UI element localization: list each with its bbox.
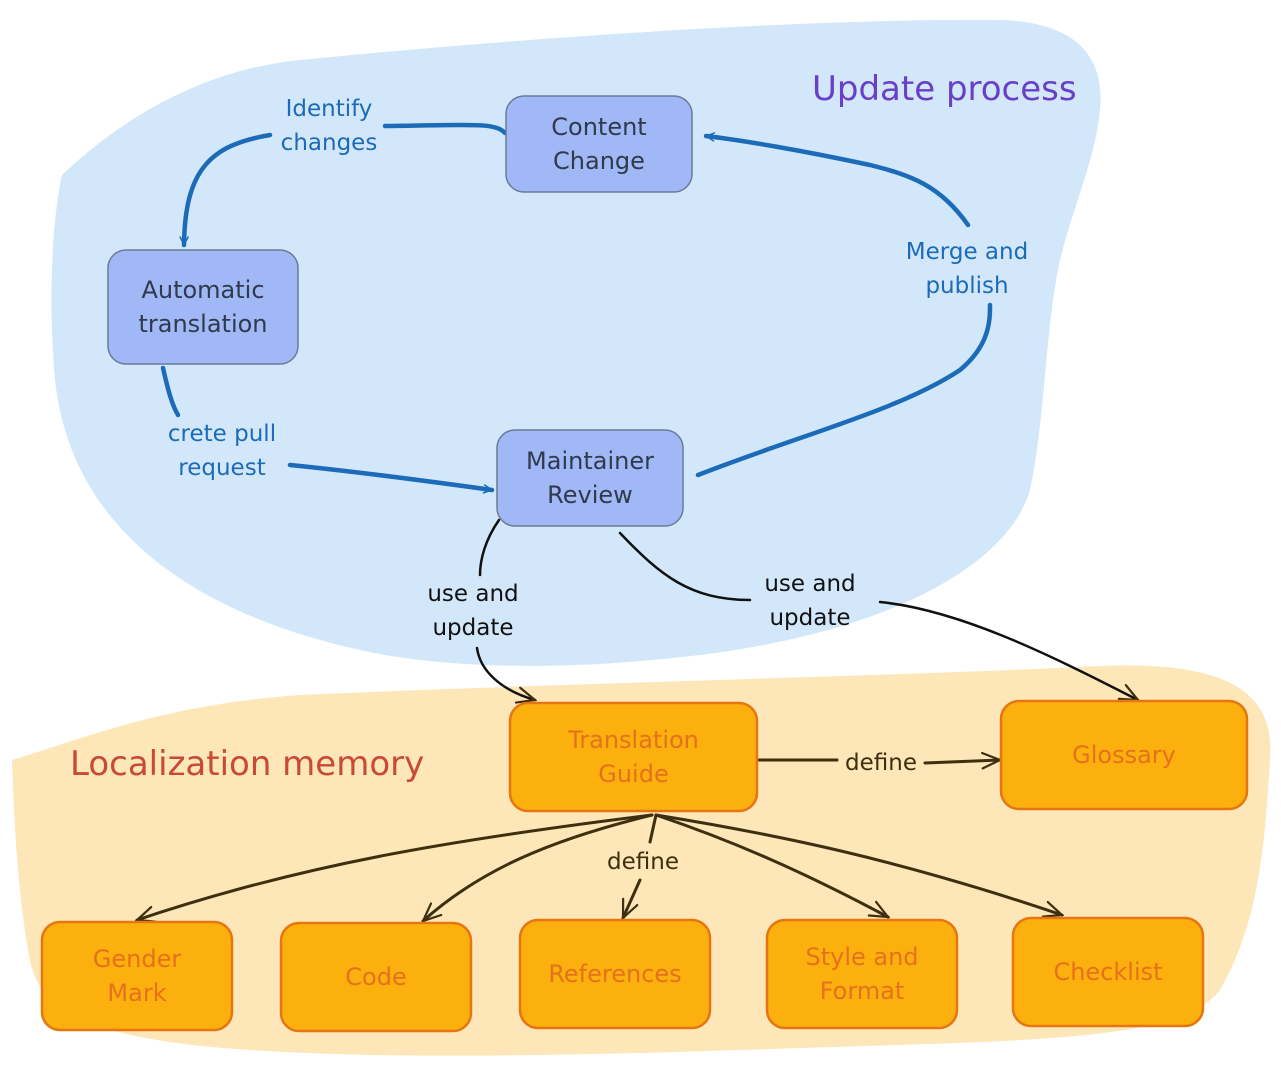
- node-checklist[interactable]: Checklist: [1011, 916, 1205, 1028]
- edge-label-line: request: [178, 455, 265, 481]
- node-box[interactable]: [40, 920, 234, 1032]
- node-label-line: Code: [345, 963, 406, 991]
- node-label-line: Translation: [567, 726, 699, 754]
- node-code[interactable]: Code: [279, 921, 473, 1033]
- node-label-line: Maintainer: [526, 447, 654, 475]
- edge-label-line: changes: [281, 130, 378, 156]
- label-define-glossary: define: [845, 750, 917, 776]
- node-label-line: Guide: [598, 760, 668, 788]
- node-translation-guide[interactable]: Translation Guide: [508, 701, 759, 813]
- node-label-line: Format: [820, 977, 905, 1005]
- node-label-line: Automatic: [141, 276, 264, 304]
- node-references[interactable]: References: [518, 918, 712, 1030]
- node-label-line: translation: [138, 310, 267, 338]
- node-label-line: References: [548, 960, 681, 988]
- node-label-line: Change: [553, 147, 645, 175]
- node-box[interactable]: [107, 249, 299, 365]
- node-content-change[interactable]: Content Change: [505, 95, 693, 193]
- edge-label-line: update: [432, 615, 513, 641]
- edge-label-line: Identify: [286, 96, 373, 122]
- node-box[interactable]: [505, 95, 693, 193]
- node-automatic-translation[interactable]: Automatic translation: [107, 249, 299, 365]
- edge-label-line: use and: [764, 571, 855, 597]
- localization-memory-title: Localization memory: [70, 744, 424, 784]
- edge-label-line: define: [845, 750, 917, 776]
- edge-label-line: crete pull: [168, 421, 276, 447]
- node-label-line: Style and: [805, 943, 918, 971]
- label-define-children: define: [607, 849, 679, 875]
- edge-label-line: update: [769, 605, 850, 631]
- node-style-format[interactable]: Style and Format: [765, 918, 959, 1030]
- node-maintainer-review[interactable]: Maintainer Review: [496, 429, 684, 527]
- edge-label-line: Merge and: [906, 239, 1028, 265]
- edge-label-line: publish: [925, 273, 1008, 299]
- node-label-line: Gender: [93, 945, 182, 973]
- node-glossary[interactable]: Glossary: [999, 699, 1249, 811]
- edge-label-line: use and: [427, 581, 518, 607]
- node-box[interactable]: [508, 701, 759, 813]
- node-gender-mark[interactable]: Gender Mark: [40, 920, 234, 1032]
- diagram-canvas: Update process Localization memory Ident…: [12, 19, 1271, 1056]
- node-box[interactable]: [765, 918, 959, 1030]
- node-label-line: Content: [551, 113, 646, 141]
- node-label-line: Checklist: [1053, 958, 1162, 986]
- node-label-line: Review: [547, 481, 633, 509]
- edge-label-line: define: [607, 849, 679, 875]
- node-label-line: Mark: [107, 979, 166, 1007]
- update-process-title: Update process: [812, 69, 1077, 109]
- node-label-line: Glossary: [1072, 741, 1176, 769]
- node-box[interactable]: [496, 429, 684, 527]
